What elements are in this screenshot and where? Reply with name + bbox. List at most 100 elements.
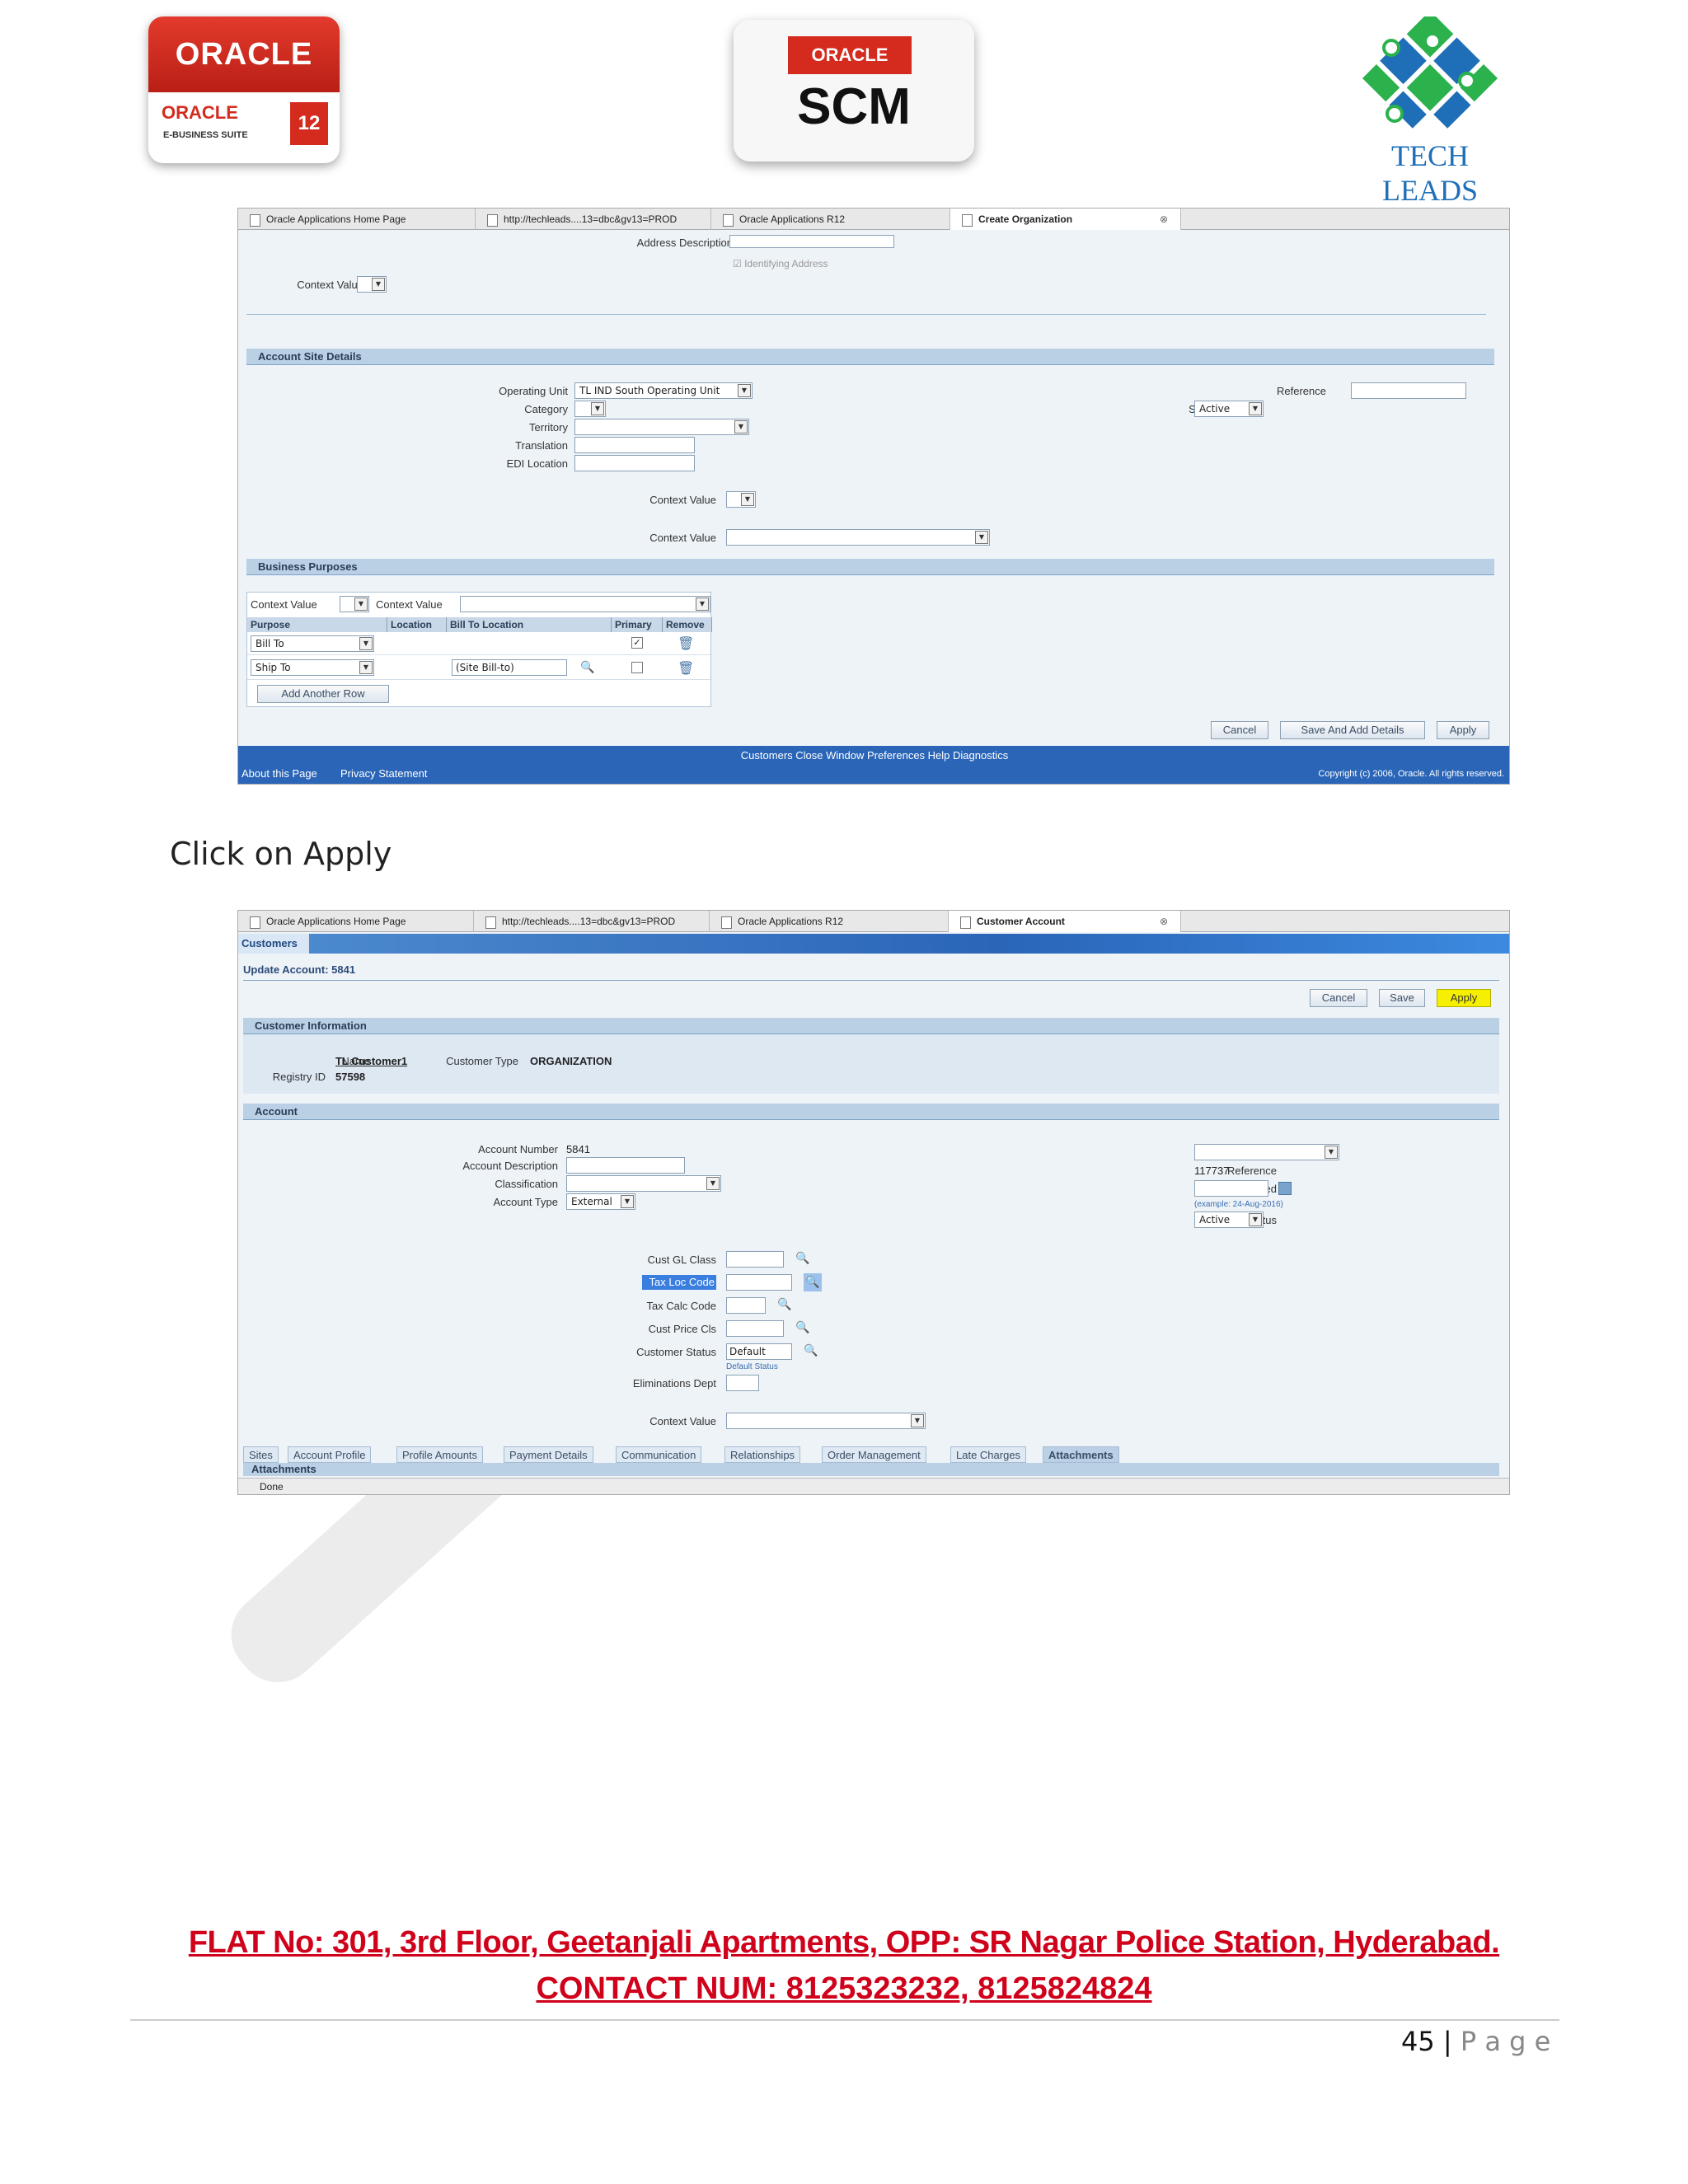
- purpose-value: Ship To: [256, 662, 291, 673]
- classification-select[interactable]: ▼: [566, 1175, 721, 1192]
- search-icon[interactable]: 🔍: [795, 1321, 809, 1334]
- status-select[interactable]: Active ▼: [1194, 401, 1264, 417]
- tab-customer-account[interactable]: Customer Account: [949, 911, 1181, 932]
- bp-context-select-2[interactable]: ▼: [460, 596, 710, 612]
- category-select[interactable]: ▼: [574, 401, 606, 417]
- purpose-select[interactable]: Bill To ▼: [251, 635, 374, 652]
- search-icon[interactable]: 🔍: [804, 1344, 818, 1357]
- cust-gl-class-input[interactable]: [726, 1251, 784, 1268]
- search-icon[interactable]: 🔍: [804, 1273, 822, 1291]
- oracle-scm-logo: ORACLE SCM: [734, 20, 974, 162]
- primary-checkbox[interactable]: ✓: [631, 637, 643, 649]
- edi-location-label: EDI Location: [506, 457, 568, 470]
- account-description-input[interactable]: [566, 1157, 685, 1174]
- primary-checkbox[interactable]: [631, 662, 643, 673]
- context-value-label-3: Context Value: [649, 532, 716, 544]
- bill-to-location-input[interactable]: (Site Bill-to): [452, 659, 567, 676]
- save-button[interactable]: Save: [1379, 989, 1425, 1007]
- tab-home[interactable]: Oracle Applications Home Page: [238, 209, 476, 230]
- trash-icon[interactable]: 🗑: [678, 660, 694, 676]
- search-icon[interactable]: 🔍: [580, 661, 594, 674]
- edi-location-input[interactable]: [574, 455, 695, 471]
- tab-url[interactable]: http://techleads....13=dbc&gv13=PROD: [476, 209, 711, 230]
- close-tab-icon[interactable]: ⊗: [1160, 916, 1168, 927]
- reference-label: Reference: [1277, 385, 1326, 397]
- tab-home[interactable]: Oracle Applications Home Page: [238, 911, 474, 932]
- tab-r12[interactable]: Oracle Applications R12: [711, 209, 950, 230]
- context-value-select-3[interactable]: ▼: [726, 529, 990, 546]
- cust-price-cls-label: Cust Price Cls: [648, 1323, 716, 1335]
- add-another-row-button[interactable]: Add Another Row: [257, 685, 389, 703]
- footer-links[interactable]: Customers Close Window Preferences Help …: [238, 749, 1509, 762]
- context-value-select[interactable]: ▼: [726, 1413, 926, 1429]
- col-location: Location: [387, 617, 447, 632]
- privacy-link[interactable]: Privacy Statement: [340, 767, 428, 780]
- date-established-input[interactable]: [1194, 1180, 1268, 1197]
- close-tab-icon[interactable]: ⊗: [1160, 213, 1168, 225]
- purpose-select[interactable]: Ship To ▼: [251, 659, 374, 676]
- territory-input[interactable]: ▼: [574, 419, 749, 435]
- context-value-select-2[interactable]: ▼: [726, 491, 756, 508]
- sales-channel-select[interactable]: ▼: [1194, 1144, 1339, 1160]
- tab-create-organization[interactable]: Create Organization: [950, 209, 1181, 230]
- operating-unit-select[interactable]: TL IND South Operating Unit ▼: [574, 382, 753, 399]
- status-select[interactable]: Active ▼: [1194, 1212, 1264, 1228]
- account-description-label: Account Description: [462, 1160, 558, 1172]
- tax-calc-code-input[interactable]: [726, 1297, 766, 1314]
- page-number-value: 45: [1401, 2026, 1435, 2057]
- reference-input[interactable]: [1351, 382, 1466, 399]
- about-link[interactable]: About this Page: [241, 767, 317, 780]
- calendar-icon[interactable]: [1278, 1182, 1292, 1195]
- status-value: Active: [1199, 1214, 1231, 1226]
- identifying-address-label: Identifying Address: [744, 258, 828, 269]
- purpose-value: Bill To: [256, 638, 284, 649]
- tab-attachments[interactable]: Attachments: [1043, 1446, 1119, 1463]
- bp-context-select-1[interactable]: ▼: [340, 596, 369, 612]
- app-tab-bar: Customers: [238, 934, 1509, 954]
- tab-profile-amounts[interactable]: Profile Amounts: [396, 1446, 484, 1463]
- cancel-button[interactable]: Cancel: [1310, 989, 1367, 1007]
- trash-icon[interactable]: 🗑: [678, 635, 694, 651]
- account-type-value: External: [571, 1196, 612, 1207]
- oracle-top-text: ORACLE: [148, 16, 340, 92]
- customers-tab[interactable]: Customers: [238, 934, 309, 954]
- save-and-add-details-button[interactable]: Save And Add Details: [1280, 721, 1425, 739]
- account-type-label: Account Type: [493, 1196, 558, 1208]
- cancel-button[interactable]: Cancel: [1211, 721, 1268, 739]
- registry-id-value: 57598: [335, 1071, 366, 1083]
- search-icon[interactable]: 🔍: [777, 1298, 791, 1311]
- address-description-input[interactable]: [729, 235, 894, 248]
- tab-payment-details[interactable]: Payment Details: [504, 1446, 593, 1463]
- col-remove: Remove: [663, 617, 712, 632]
- browser-tabs: Oracle Applications Home Page http://tec…: [238, 911, 1509, 932]
- tab-sites[interactable]: Sites: [243, 1446, 279, 1463]
- eliminations-dept-input[interactable]: [726, 1375, 759, 1391]
- tab-late-charges[interactable]: Late Charges: [950, 1446, 1027, 1463]
- cust-price-cls-input[interactable]: [726, 1320, 784, 1337]
- tab-account-profile[interactable]: Account Profile: [288, 1446, 372, 1463]
- search-icon[interactable]: 🔍: [795, 1252, 809, 1265]
- divider: [246, 314, 1486, 315]
- name-value[interactable]: TL Customer1: [335, 1055, 407, 1067]
- context-value-select[interactable]: ▼: [357, 276, 387, 293]
- reference-value: 117737: [1194, 1165, 1230, 1177]
- tax-loc-code-label: Tax Loc Code: [642, 1275, 716, 1290]
- translation-input[interactable]: [574, 437, 695, 453]
- business-purposes-table: Context Value ▼ Context Value ▼ Purpose …: [246, 592, 712, 707]
- apply-button[interactable]: Apply: [1437, 721, 1489, 739]
- instruction-text: Click on Apply: [170, 836, 392, 872]
- business-purposes-header: Business Purposes: [246, 559, 1494, 575]
- tab-relationships[interactable]: Relationships: [724, 1446, 801, 1463]
- tab-order-management[interactable]: Order Management: [822, 1446, 926, 1463]
- identifying-address-checkbox[interactable]: ☑ Identifying Address: [733, 258, 828, 269]
- browser-tabs: Oracle Applications Home Page http://tec…: [238, 209, 1509, 230]
- translation-label: Translation: [515, 439, 568, 452]
- tab-url[interactable]: http://techleads....13=dbc&gv13=PROD: [474, 911, 710, 932]
- tab-r12[interactable]: Oracle Applications R12: [710, 911, 949, 932]
- customer-status-input[interactable]: Default: [726, 1343, 792, 1360]
- account-type-select[interactable]: External ▼: [566, 1193, 635, 1210]
- apply-button[interactable]: Apply: [1437, 989, 1491, 1007]
- tax-loc-code-input[interactable]: [726, 1274, 792, 1291]
- table-row: Ship To ▼ (Site Bill-to) 🔍 🗑: [247, 655, 712, 680]
- tab-communication[interactable]: Communication: [616, 1446, 702, 1463]
